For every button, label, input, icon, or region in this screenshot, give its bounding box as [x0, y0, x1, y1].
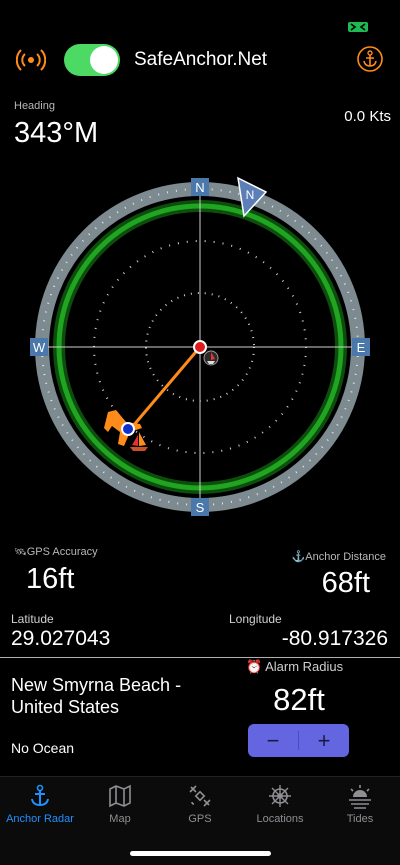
increase-radius-button[interactable]: +: [299, 724, 349, 757]
heading-value: 343°M: [14, 117, 99, 149]
toggle-knob: [90, 46, 118, 74]
drift-track-line: [131, 346, 202, 427]
latitude-label: Latitude: [11, 612, 54, 626]
tab-map[interactable]: Map: [80, 783, 160, 825]
heading-label: Heading: [14, 100, 55, 112]
sunset-icon: [349, 785, 371, 809]
location-name: New Smyrna Beach - United States: [11, 675, 182, 717]
anchor-icon: [31, 784, 49, 807]
tab-anchor-radar[interactable]: Anchor Radar: [0, 783, 80, 825]
svg-text:S: S: [196, 500, 205, 515]
divider: [0, 657, 400, 658]
alarm-radius-stepper[interactable]: − +: [248, 724, 349, 757]
anchor-radar: N S W E N: [30, 176, 370, 516]
longitude-label: Longitude: [229, 612, 282, 626]
north-marker: N: [191, 178, 209, 196]
gps-accuracy-label: 🛰GPS Accuracy: [14, 546, 98, 558]
anchor-watch-toggle[interactable]: [64, 44, 120, 76]
app-title: SafeAnchor.Net: [134, 49, 268, 70]
svg-text:E: E: [357, 340, 366, 355]
anchor-distance-label: ⚓Anchor Distance: [291, 551, 386, 563]
gps-accuracy-value: 16ft: [26, 563, 75, 595]
latitude-value: 29.027043: [11, 627, 111, 650]
svg-text:N: N: [246, 188, 255, 202]
satellite-icon: 🛰: [14, 547, 27, 558]
tab-locations[interactable]: Locations: [240, 783, 320, 825]
helm-icon: [269, 785, 291, 807]
anchor-drop-button[interactable]: [357, 46, 383, 72]
svg-text:W: W: [33, 340, 46, 355]
home-indicator: [130, 851, 271, 856]
map-icon: [109, 784, 131, 808]
alarm-clock-icon: ⏰: [246, 659, 263, 674]
west-marker: W: [30, 338, 48, 356]
current-position-icon: [121, 422, 135, 436]
alarm-radius-value: 82ft: [273, 682, 325, 717]
broadcast-icon[interactable]: [16, 46, 46, 74]
anchor-position-icon: [193, 340, 207, 354]
tab-gps[interactable]: GPS: [160, 783, 240, 825]
anchor-icon: ⚓: [291, 551, 306, 563]
sailboat-icon: [130, 432, 148, 451]
anchor-distance-value: 68ft: [321, 567, 370, 599]
east-marker: E: [352, 338, 370, 356]
speed-value: 0.0 Kts: [344, 108, 391, 125]
ocean-name: No Ocean: [11, 740, 75, 756]
decrease-radius-button[interactable]: −: [248, 724, 298, 757]
satellite-icon: [189, 785, 211, 807]
svg-text:N: N: [195, 180, 204, 195]
alarm-radius-label: ⏰ Alarm Radius: [246, 659, 344, 674]
reference-boat-icon: [203, 350, 219, 366]
south-marker: S: [191, 498, 209, 516]
longitude-value: -80.917326: [281, 627, 388, 650]
battery-icon: [348, 22, 368, 32]
tab-tides[interactable]: Tides: [320, 783, 400, 825]
